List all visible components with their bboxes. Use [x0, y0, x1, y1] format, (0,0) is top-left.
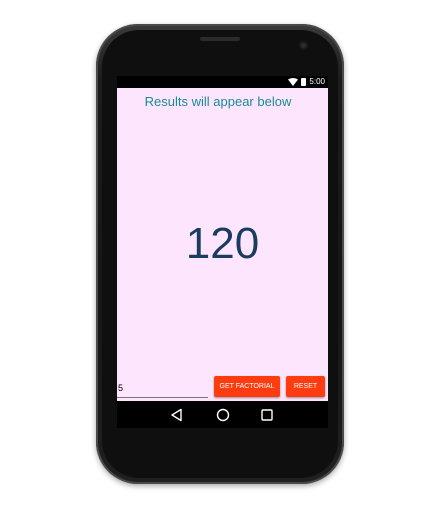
number-input[interactable]: [117, 379, 208, 398]
wifi-icon: [288, 78, 299, 86]
recents-square-icon[interactable]: [260, 408, 274, 422]
app-screen: 5:00 Results will appear below 120 GET F…: [117, 76, 328, 428]
back-triangle-icon[interactable]: [170, 408, 184, 422]
status-icons: 5:00: [288, 77, 325, 87]
status-clock: 5:00: [309, 77, 325, 86]
battery-icon: [301, 78, 307, 86]
results-label: Results will appear below: [144, 94, 292, 109]
reset-button[interactable]: RESET: [286, 376, 325, 397]
front-camera: [299, 41, 308, 50]
home-circle-icon[interactable]: [216, 408, 230, 422]
status-bar: 5:00: [117, 76, 328, 88]
factorial-result: 120: [185, 219, 260, 268]
navigation-bar: [117, 401, 328, 428]
earpiece-speaker: [200, 37, 240, 41]
get-factorial-button[interactable]: GET FACTORIAL: [214, 376, 280, 397]
